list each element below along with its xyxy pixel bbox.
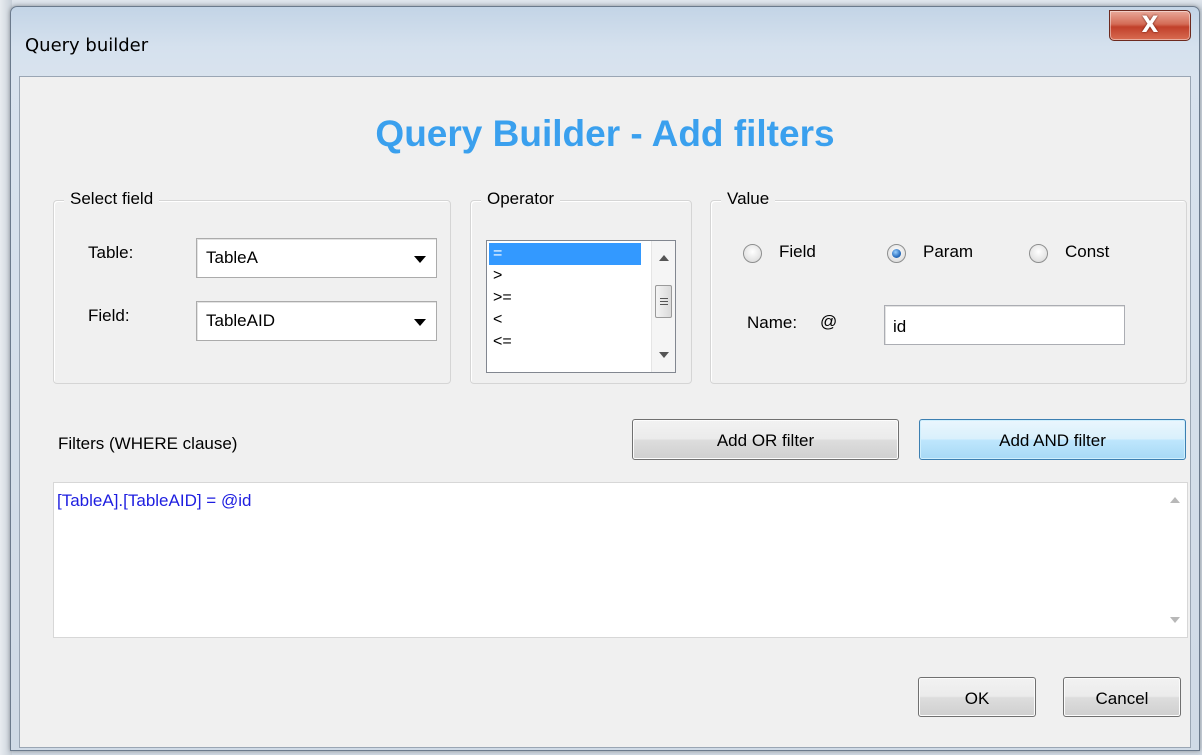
const-radio[interactable] (1029, 244, 1048, 263)
filters-text: [TableA].[TableAID] = @id (57, 491, 252, 510)
field-radio-label[interactable]: Field (779, 242, 816, 262)
table-combobox-value: TableA (206, 248, 258, 267)
add-or-filter-button[interactable]: Add OR filter (632, 419, 899, 460)
operator-group: Operator = > >= < <= (470, 189, 692, 384)
scroll-up-icon[interactable] (1170, 497, 1180, 503)
dialog-client-area: Query Builder - Add filters Select field… (19, 76, 1191, 748)
param-name-input[interactable]: id (884, 305, 1125, 345)
cancel-button[interactable]: Cancel (1063, 677, 1181, 717)
chevron-down-icon (414, 256, 426, 263)
radio-selected-dot (892, 249, 901, 258)
add-and-filter-label: Add AND filter (999, 431, 1106, 450)
operator-legend: Operator (481, 189, 561, 209)
name-label: Name: (747, 313, 798, 332)
operator-item-gte[interactable]: >= (489, 287, 641, 309)
title-bar[interactable]: Query builder X (11, 7, 1199, 75)
filters-textarea[interactable]: [TableA].[TableAID] = @id (53, 482, 1188, 638)
scroll-down-icon[interactable] (1170, 617, 1180, 623)
const-radio-label[interactable]: Const (1065, 242, 1109, 262)
scroll-up-icon[interactable] (659, 255, 669, 261)
scroll-down-icon[interactable] (659, 352, 669, 358)
filters-label: Filters (WHERE clause) (58, 434, 238, 453)
filters-scrollbar[interactable] (1163, 483, 1187, 637)
table-combobox[interactable]: TableA (196, 238, 437, 278)
param-radio[interactable] (887, 244, 906, 263)
chevron-down-icon (414, 319, 426, 326)
operator-scrollbar[interactable] (651, 241, 675, 372)
select-field-group: Select field Table: TableA Field: TableA… (53, 189, 451, 384)
cancel-button-label: Cancel (1095, 689, 1149, 708)
page-title: Query Builder - Add filters (375, 113, 835, 154)
operator-item-lte[interactable]: <= (489, 331, 641, 353)
window-title: Query builder (25, 35, 149, 56)
close-button[interactable]: X (1109, 10, 1191, 41)
grip-line (660, 304, 668, 305)
close-icon: X (1141, 13, 1159, 38)
grip-line (660, 298, 668, 299)
add-and-filter-button[interactable]: Add AND filter (919, 419, 1186, 460)
operator-listbox[interactable]: = > >= < <= (486, 240, 676, 373)
field-combobox[interactable]: TableAID (196, 301, 437, 341)
table-label: Table: (88, 243, 134, 262)
ok-button-label: OK (964, 689, 990, 708)
scroll-thumb[interactable] (655, 285, 672, 318)
value-legend: Value (721, 189, 776, 209)
query-builder-window: Query builder X Query Builder - Add filt… (10, 6, 1200, 751)
param-name-value: id (893, 317, 907, 336)
ok-button[interactable]: OK (918, 677, 1036, 717)
field-radio[interactable] (743, 244, 762, 263)
operator-item-gt[interactable]: > (489, 265, 641, 287)
value-group: Value Field Param Const Name: @ id (710, 189, 1187, 384)
operator-item-eq[interactable]: = (489, 243, 641, 265)
name-prefix: @ (820, 312, 838, 331)
grip-line (660, 301, 668, 302)
select-field-legend: Select field (64, 189, 160, 209)
field-label: Field: (88, 306, 130, 325)
param-radio-label[interactable]: Param (923, 242, 973, 262)
add-or-filter-label: Add OR filter (716, 431, 815, 450)
operator-item-lt[interactable]: < (489, 309, 641, 331)
field-combobox-value: TableAID (206, 311, 275, 330)
